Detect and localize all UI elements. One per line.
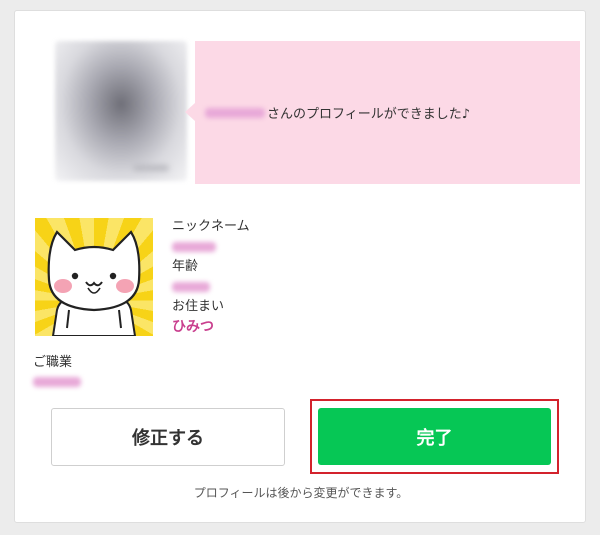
done-button[interactable]: 完了 [318,408,551,465]
profile-complete-card: さんのプロフィールができました♪ ニックネーム 年齢 お住まい ひみつ ご職業 … [14,10,586,523]
blurred-age [172,282,210,292]
nickname-value-blurred [172,236,250,258]
user-photo [55,41,187,181]
age-value-blurred [172,276,250,298]
message-suffix: さんのプロフィールができました♪ [267,107,471,122]
blurred-username [205,107,265,118]
occupation-label: ご職業 [33,355,73,370]
nickname-label: ニックネーム [172,219,250,234]
residence-label: お住まい [172,299,225,314]
occupation-info: ご職業 [33,354,81,392]
blurred-nickname [172,242,216,252]
message-bubble: さんのプロフィールができました♪ [185,41,580,184]
profile-info: ニックネーム 年齢 お住まい ひみつ [172,218,250,338]
edit-button[interactable]: 修正する [51,408,285,466]
age-label: 年齢 [172,259,199,274]
residence-value: ひみつ [172,319,214,335]
occupation-value-blurred [33,372,81,392]
cat-character-icon [35,218,153,336]
photo-caption-blurred [133,165,169,171]
footer-note: プロフィールは後から変更ができます。 [193,486,409,500]
message-text: さんのプロフィールができました♪ [205,103,470,122]
blurred-occupation [33,377,81,387]
